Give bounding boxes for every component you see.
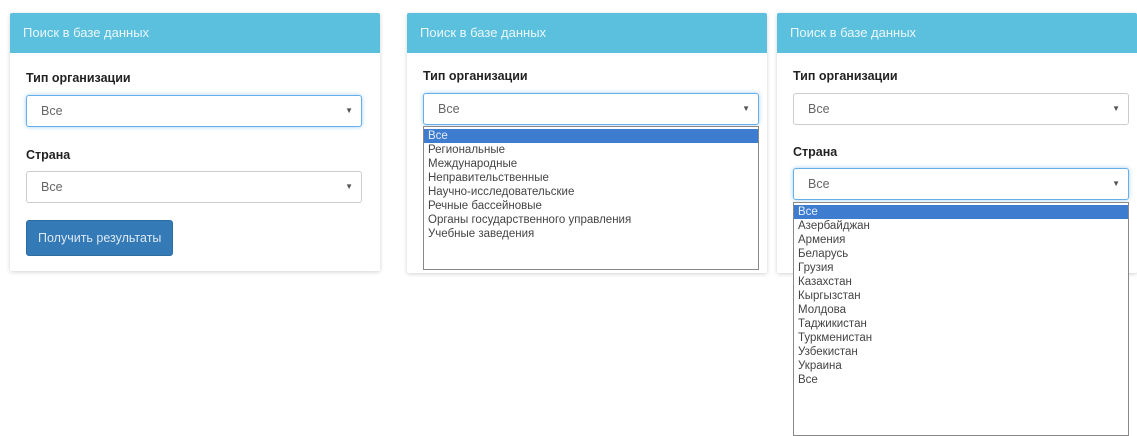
country-option[interactable]: Таджикистан	[794, 317, 1128, 331]
country-value: Все	[41, 180, 63, 194]
org-type-value: Все	[438, 102, 460, 116]
country-label: Страна	[26, 148, 71, 162]
panel-header: Поиск в базе данных	[10, 13, 380, 53]
org-type-option[interactable]: Органы государственного управления	[424, 213, 758, 227]
country-option[interactable]: Туркменистан	[794, 331, 1128, 345]
org-type-option[interactable]: Все	[424, 129, 758, 143]
caret-down-icon: ▼	[742, 104, 750, 113]
country-option[interactable]: Беларусь	[794, 247, 1128, 261]
country-option[interactable]: Молдова	[794, 303, 1128, 317]
org-type-select[interactable]: Все ▼	[26, 95, 362, 127]
get-results-button[interactable]: Получить результаты	[26, 220, 174, 256]
panel-header: Поиск в базе данных	[407, 13, 767, 53]
country-option[interactable]: Узбекистан	[794, 345, 1128, 359]
caret-down-icon: ▼	[1112, 104, 1120, 113]
org-type-option[interactable]: Региональные	[424, 143, 758, 157]
panel-header: Поиск в базе данных	[777, 13, 1137, 53]
country-option[interactable]: Азербайджан	[794, 219, 1128, 233]
country-option[interactable]: Все	[794, 373, 1128, 387]
caret-down-icon: ▼	[345, 182, 353, 191]
search-panel-default: Поиск в базе данных Тип организации Все …	[10, 13, 380, 271]
country-select[interactable]: Все ▼	[793, 168, 1129, 200]
org-type-value: Все	[41, 104, 63, 118]
country-option[interactable]: Казахстан	[794, 275, 1128, 289]
country-option[interactable]: Кыргызстан	[794, 289, 1128, 303]
org-type-label: Тип организации	[423, 69, 528, 83]
country-option[interactable]: Украина	[794, 359, 1128, 373]
org-type-dropdown-list: Все Региональные Международные Неправительс…	[423, 126, 759, 270]
org-type-select[interactable]: Все ▼	[793, 93, 1129, 125]
org-type-label: Тип организации	[793, 69, 898, 83]
country-label: Страна	[793, 145, 838, 159]
country-dropdown-list: Все Азербайджан Армения Беларусь Грузия Казах…	[793, 202, 1129, 436]
country-option[interactable]: Армения	[794, 233, 1128, 247]
country-select[interactable]: Все ▼	[26, 171, 362, 203]
org-type-option[interactable]: Научно-исследовательские	[424, 185, 758, 199]
caret-down-icon: ▼	[1112, 179, 1120, 188]
org-type-value: Все	[808, 102, 830, 116]
caret-down-icon: ▼	[345, 106, 353, 115]
org-type-option[interactable]: Неправительственные	[424, 171, 758, 185]
org-type-option[interactable]: Учебные заведения	[424, 227, 758, 241]
org-type-option[interactable]: Речные бассейновые	[424, 199, 758, 213]
org-type-option[interactable]: Международные	[424, 157, 758, 171]
org-type-select[interactable]: Все ▼	[423, 93, 759, 125]
country-option[interactable]: Все	[794, 205, 1128, 219]
org-type-label: Тип организации	[26, 71, 131, 85]
country-value: Все	[808, 177, 830, 191]
country-option[interactable]: Грузия	[794, 261, 1128, 275]
